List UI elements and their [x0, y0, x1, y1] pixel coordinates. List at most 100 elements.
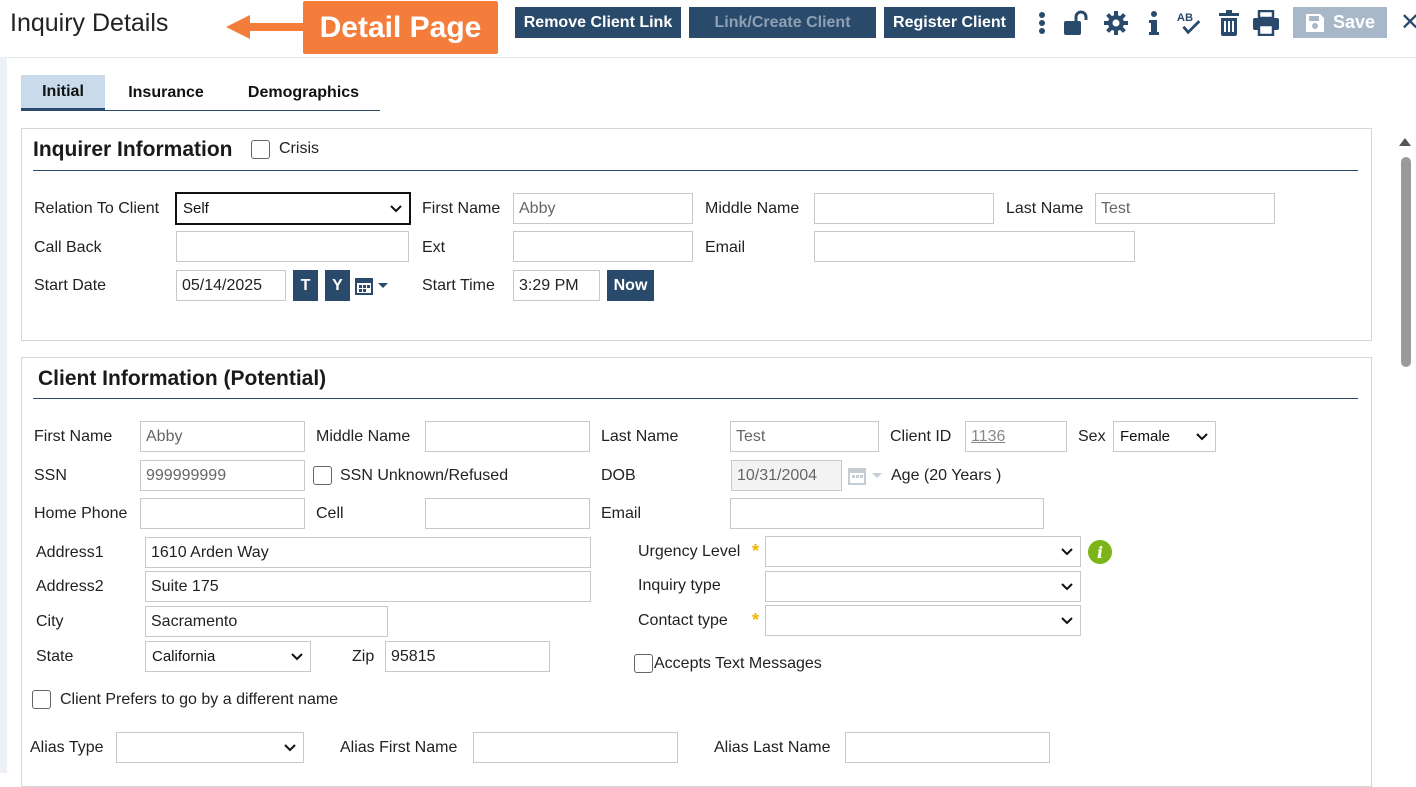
- dob-label: DOB: [601, 467, 636, 484]
- home-phone-input[interactable]: [140, 498, 305, 529]
- urgency-level-select[interactable]: [765, 536, 1081, 567]
- client-id-field[interactable]: 1136: [965, 421, 1067, 452]
- sex-label: Sex: [1078, 428, 1106, 445]
- print-icon[interactable]: [1252, 8, 1280, 38]
- required-star-icon: *: [752, 610, 760, 630]
- calendar-dropdown-icon[interactable]: [848, 466, 884, 486]
- accepts-text-label: Accepts Text Messages: [654, 655, 822, 672]
- cell-label: Cell: [316, 505, 344, 522]
- section-divider: [33, 170, 1358, 171]
- address1-label: Address1: [36, 544, 104, 561]
- start-date-label: Start Date: [34, 277, 107, 294]
- dob-input[interactable]: 10/31/2004: [731, 460, 842, 491]
- inquirer-last-name-input[interactable]: Test: [1095, 193, 1275, 224]
- call-back-label: Call Back: [34, 239, 102, 256]
- city-input[interactable]: Sacramento: [145, 606, 388, 637]
- crisis-checkbox[interactable]: [251, 140, 270, 159]
- client-id-link[interactable]: 1136: [971, 428, 1005, 446]
- ssn-unknown-checkbox[interactable]: [313, 466, 332, 485]
- age-text: Age (20 Years ): [891, 467, 1002, 484]
- calendar-dropdown-icon[interactable]: [355, 276, 391, 296]
- prefers-different-name-label: Client Prefers to go by a different name: [60, 691, 339, 708]
- inquirer-middle-name-input[interactable]: [814, 193, 994, 224]
- zip-input[interactable]: 95815: [385, 641, 550, 672]
- client-last-name-input[interactable]: Test: [730, 421, 879, 452]
- close-icon[interactable]: ✕: [1400, 8, 1416, 37]
- chevron-down-icon: [1061, 582, 1073, 590]
- urgency-info-icon[interactable]: i: [1088, 540, 1112, 564]
- sex-select[interactable]: Female: [1113, 421, 1216, 452]
- chevron-down-icon: [1061, 547, 1073, 555]
- inquirer-middle-name-label: Middle Name: [705, 200, 800, 217]
- client-section-title: Client Information (Potential): [38, 367, 327, 390]
- scrollbar-thumb[interactable]: [1401, 157, 1411, 367]
- alias-type-select[interactable]: [116, 732, 304, 763]
- chevron-down-icon: [291, 652, 303, 660]
- client-id-label: Client ID: [890, 428, 952, 445]
- accepts-text-checkbox[interactable]: [634, 654, 653, 673]
- ext-input[interactable]: [513, 231, 693, 262]
- crisis-label: Crisis: [279, 140, 319, 157]
- save-button[interactable]: Save: [1293, 7, 1387, 38]
- required-star-icon: *: [752, 541, 760, 561]
- tab-insurance[interactable]: Insurance: [105, 75, 227, 111]
- inquiry-type-label: Inquiry type: [638, 577, 721, 594]
- ssn-input[interactable]: 999999999: [140, 460, 305, 491]
- tab-demographics[interactable]: Demographics: [227, 75, 380, 111]
- more-vertical-icon[interactable]: [1028, 8, 1056, 38]
- client-first-name-input[interactable]: Abby: [140, 421, 305, 452]
- inquiry-type-select[interactable]: [765, 571, 1081, 602]
- link-create-client-button[interactable]: Link/Create Client: [689, 7, 876, 38]
- inquirer-first-name-label: First Name: [422, 200, 501, 217]
- chevron-down-icon: [390, 204, 402, 212]
- zip-label: Zip: [352, 648, 375, 665]
- client-email-input[interactable]: [730, 498, 1044, 529]
- trash-icon[interactable]: [1215, 8, 1243, 38]
- callout-arrow-icon: [226, 15, 306, 39]
- relation-to-client-select[interactable]: Self: [175, 192, 411, 225]
- now-button[interactable]: Now: [607, 270, 654, 301]
- gear-icon[interactable]: [1102, 8, 1130, 38]
- start-time-label: Start Time: [422, 277, 495, 294]
- address1-input[interactable]: 1610 Arden Way: [145, 537, 591, 568]
- alias-first-name-label: Alias First Name: [340, 739, 458, 756]
- inquirer-email-input[interactable]: [814, 231, 1135, 262]
- unlock-icon[interactable]: [1062, 8, 1090, 38]
- state-value: California: [152, 648, 216, 665]
- chevron-down-icon: [1061, 616, 1073, 624]
- alias-type-label: Alias Type: [30, 739, 104, 756]
- page-title: Inquiry Details: [10, 9, 169, 37]
- address2-input[interactable]: Suite 175: [145, 571, 591, 602]
- client-middle-name-input[interactable]: [425, 421, 590, 452]
- contact-type-label: Contact type: [638, 612, 728, 629]
- remove-client-link-button[interactable]: Remove Client Link: [515, 7, 681, 38]
- yesterday-button[interactable]: Y: [325, 270, 350, 301]
- inquirer-first-name-input[interactable]: Abby: [513, 193, 693, 224]
- detail-page-callout: Detail Page: [303, 1, 498, 54]
- alias-last-name-label: Alias Last Name: [714, 739, 831, 756]
- state-select[interactable]: California: [145, 641, 311, 672]
- call-back-input[interactable]: [176, 231, 409, 262]
- home-phone-label: Home Phone: [34, 505, 128, 522]
- register-client-button[interactable]: Register Client: [884, 7, 1015, 38]
- start-date-input[interactable]: 05/14/2025: [176, 270, 286, 301]
- address2-label: Address2: [36, 578, 104, 595]
- info-icon[interactable]: [1140, 8, 1168, 38]
- spell-check-icon[interactable]: AB: [1176, 8, 1204, 38]
- contact-type-select[interactable]: [765, 605, 1081, 636]
- scroll-up-arrow-icon[interactable]: [1399, 138, 1411, 146]
- section-divider: [33, 398, 1358, 399]
- prefers-different-name-checkbox[interactable]: [32, 690, 51, 709]
- tab-initial[interactable]: Initial: [21, 75, 105, 111]
- alias-last-name-input[interactable]: [845, 732, 1050, 763]
- client-email-label: Email: [601, 505, 642, 522]
- inquirer-section-title: Inquirer Information: [33, 138, 233, 161]
- cell-input[interactable]: [425, 498, 590, 529]
- urgency-level-label: Urgency Level: [638, 543, 741, 560]
- alias-first-name-input[interactable]: [473, 732, 678, 763]
- ext-label: Ext: [422, 239, 446, 256]
- save-disk-icon: [1305, 13, 1324, 32]
- today-button[interactable]: T: [293, 270, 318, 301]
- start-time-input[interactable]: 3:29 PM: [513, 270, 600, 301]
- svg-text:AB: AB: [1177, 12, 1193, 24]
